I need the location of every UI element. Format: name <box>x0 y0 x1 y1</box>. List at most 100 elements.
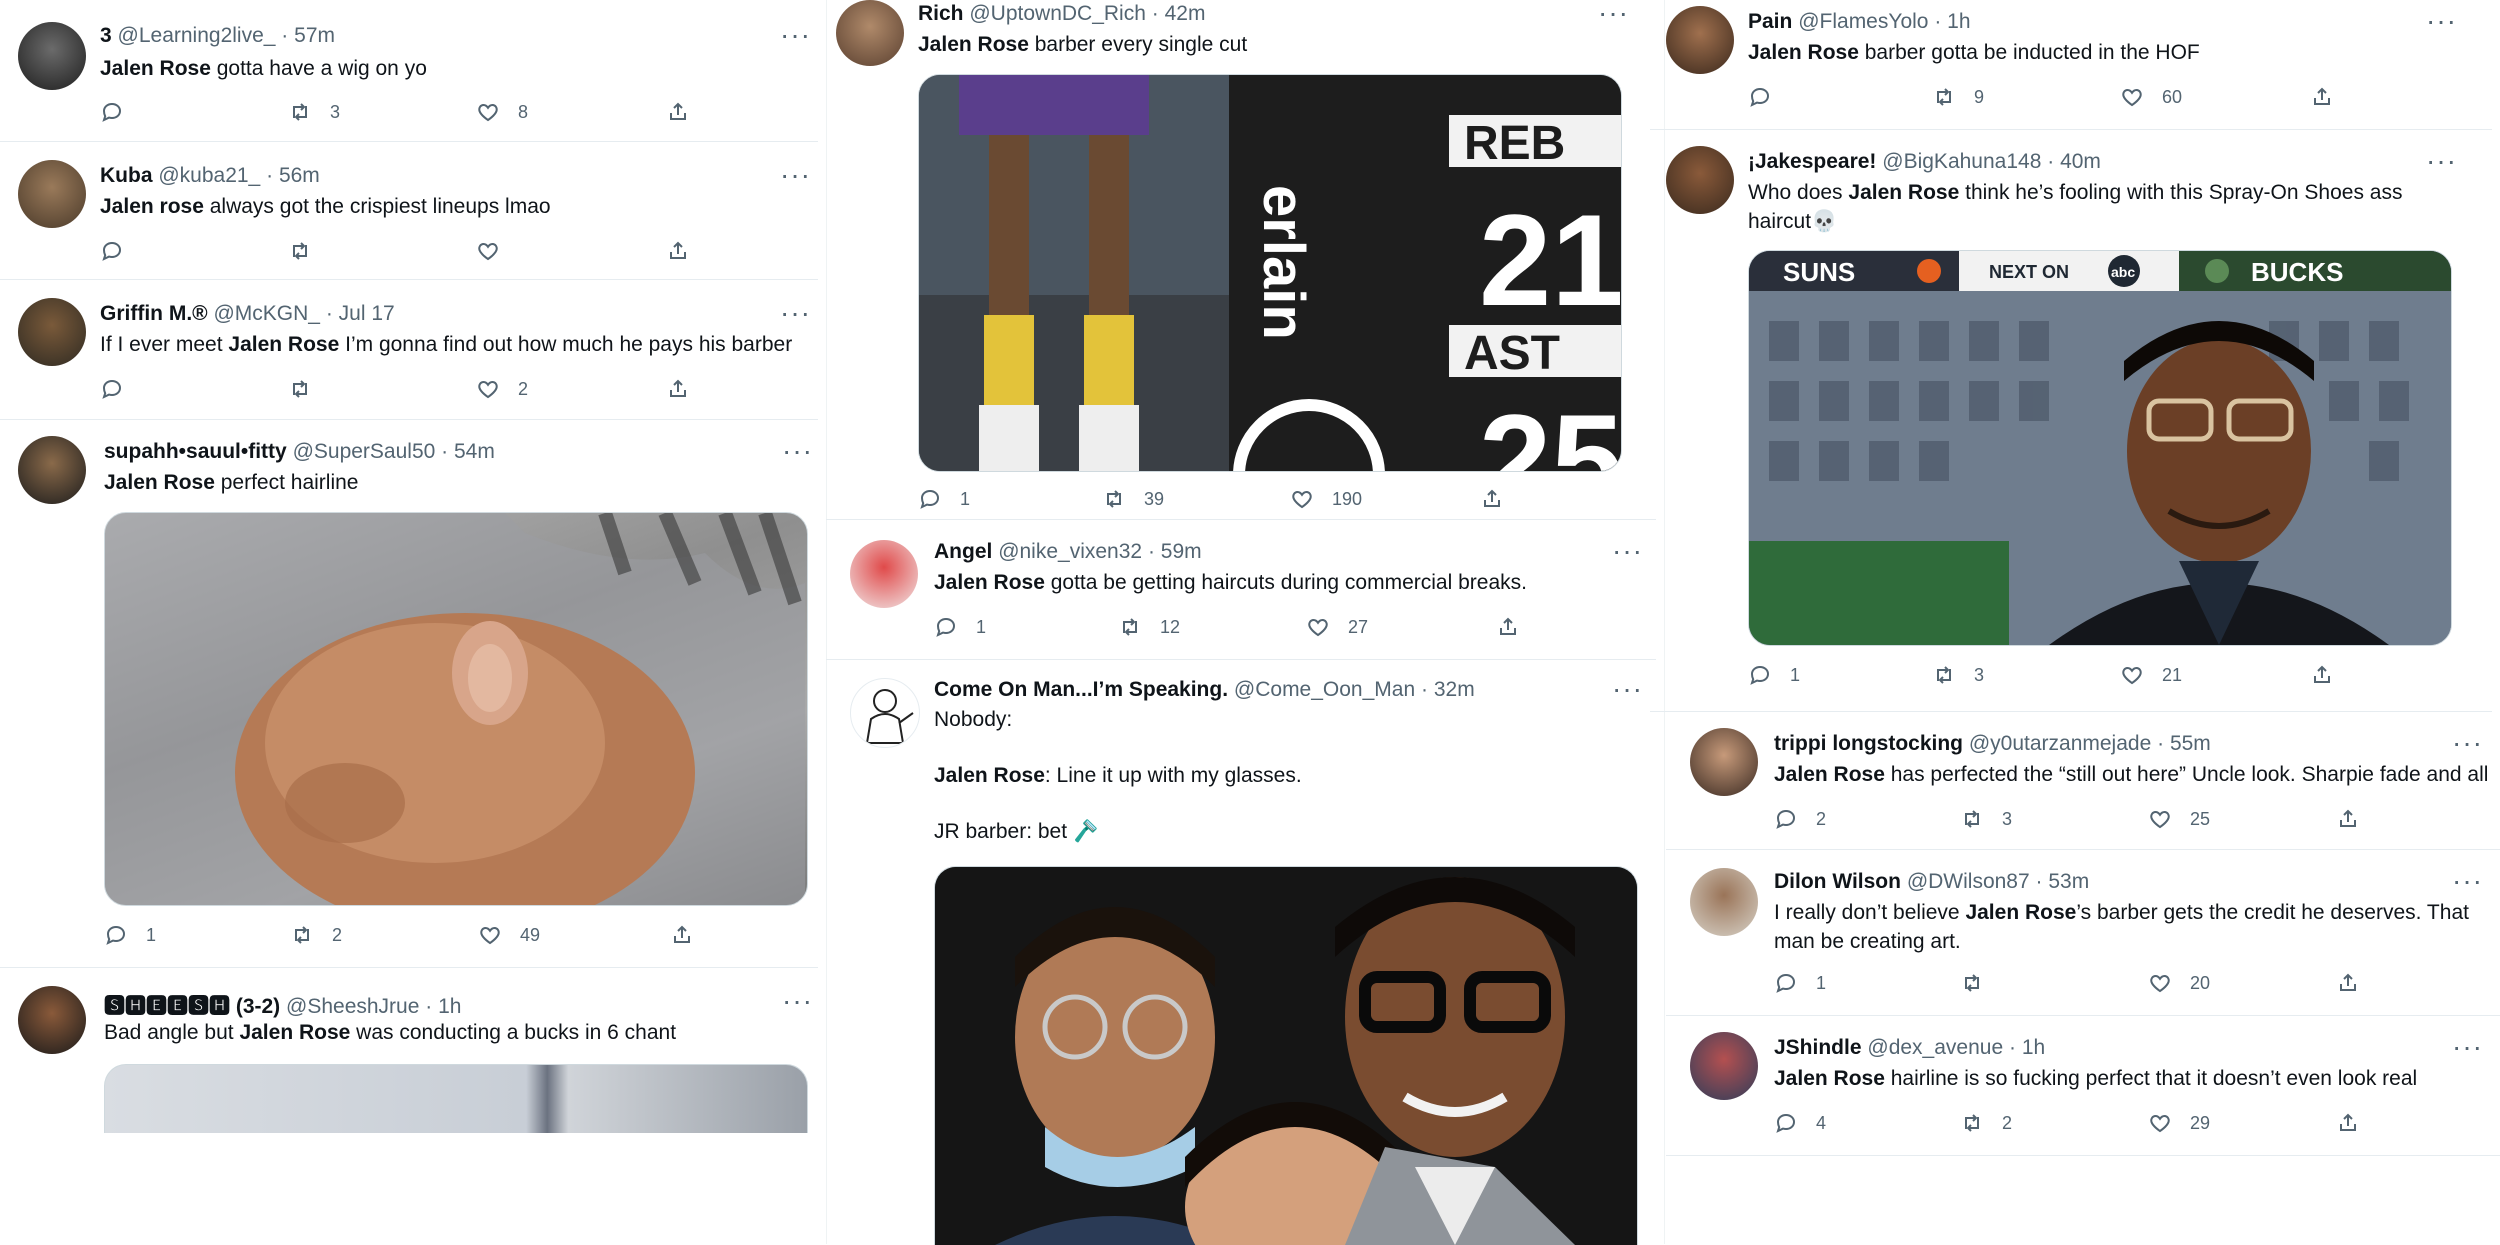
tweet-time[interactable]: 57m <box>294 24 335 47</box>
author-name[interactable]: 🆂🅷🅴🅴🆂🅷 (3-2) <box>104 995 280 1018</box>
avatar[interactable] <box>1690 868 1758 936</box>
tweet-time[interactable]: 55m <box>2170 732 2211 755</box>
author-handle[interactable]: @kuba21_ <box>158 164 260 187</box>
tweet-time[interactable]: 42m <box>1165 2 1206 25</box>
author-handle[interactable]: @BigKahuna148 <box>1882 150 2041 173</box>
author-name[interactable]: Rich <box>918 2 964 25</box>
author-name[interactable]: JShindle <box>1774 1036 1862 1059</box>
tweet-time[interactable]: 53m <box>2048 870 2089 893</box>
tweet-card[interactable]: Kuba @kuba21_ · 56m ··· Jalen rose alway… <box>0 142 818 280</box>
reply-button[interactable]: 1 <box>104 920 156 950</box>
more-icon[interactable]: ··· <box>780 21 811 49</box>
like-button[interactable] <box>476 236 500 266</box>
retweet-button[interactable] <box>1960 968 1984 998</box>
like-button[interactable]: 190 <box>1290 484 1362 514</box>
like-button[interactable]: 2 <box>476 374 528 404</box>
tweet-media-selfie[interactable] <box>934 866 1638 1245</box>
author-handle[interactable]: @nike_vixen32 <box>998 540 1142 563</box>
more-icon[interactable]: ··· <box>780 299 811 327</box>
tweet-time[interactable]: 59m <box>1161 540 1202 563</box>
tweet-time[interactable]: 54m <box>454 440 495 463</box>
more-icon[interactable]: ··· <box>2426 7 2457 35</box>
tweet-card[interactable]: JShindle @dex_avenue · 1h ··· Jalen Rose… <box>1666 1016 2500 1156</box>
share-button[interactable] <box>1480 484 1504 514</box>
author-handle[interactable]: @McKGN_ <box>213 302 320 325</box>
retweet-button[interactable]: 3 <box>1960 804 2012 834</box>
reply-button[interactable]: 4 <box>1774 1108 1826 1138</box>
avatar[interactable] <box>18 298 86 366</box>
more-icon[interactable]: ··· <box>1612 675 1643 703</box>
author-handle[interactable]: @y0utarzanmejade <box>1969 732 2151 755</box>
share-button[interactable] <box>2336 804 2360 834</box>
tweet-time[interactable]: 40m <box>2060 150 2101 173</box>
avatar[interactable] <box>1666 6 1734 74</box>
retweet-button[interactable]: 12 <box>1118 612 1180 642</box>
more-icon[interactable]: ··· <box>2426 147 2457 175</box>
more-icon[interactable]: ··· <box>782 437 813 465</box>
retweet-button[interactable] <box>288 374 312 404</box>
tweet-card[interactable]: 3 @Learning2live_ · 57m ··· Jalen Rose g… <box>0 0 818 142</box>
tweet-card[interactable]: Pain @FlamesYolo · 1h ··· Jalen Rose bar… <box>1650 0 2492 130</box>
tweet-time[interactable]: Jul 17 <box>339 302 395 325</box>
tweet-time[interactable]: 32m <box>1434 678 1475 701</box>
author-handle[interactable]: @DWilson87 <box>1907 870 2030 893</box>
tweet-time[interactable]: 1h <box>2022 1036 2045 1059</box>
more-icon[interactable]: ··· <box>782 987 813 1015</box>
tweet-card[interactable]: Griffin M.® @McKGN_ · Jul 17 ··· If I ev… <box>0 280 818 420</box>
retweet-button[interactable]: 2 <box>290 920 342 950</box>
share-button[interactable] <box>2336 968 2360 998</box>
avatar[interactable] <box>18 986 86 1054</box>
tweet-card[interactable]: Rich @UptownDC_Rich · 42m ··· Jalen Rose… <box>826 0 1656 520</box>
author-name[interactable]: Come On Man...I’m Speaking. <box>934 678 1228 701</box>
author-handle[interactable]: @SuperSaul50 <box>293 440 436 463</box>
author-handle[interactable]: @Learning2live_ <box>118 24 276 47</box>
reply-button[interactable] <box>100 374 124 404</box>
tweet-card[interactable]: ¡Jakespeare! @BigKahuna148 · 40m ··· Who… <box>1650 130 2492 712</box>
author-name[interactable]: Pain <box>1748 10 1792 33</box>
author-handle[interactable]: @Come_Oon_Man <box>1234 678 1415 701</box>
author-name[interactable]: Angel <box>934 540 992 563</box>
reply-button[interactable] <box>100 236 124 266</box>
like-button[interactable]: 29 <box>2148 1108 2210 1138</box>
share-button[interactable] <box>666 374 690 404</box>
author-name[interactable]: trippi longstocking <box>1774 732 1963 755</box>
retweet-button[interactable]: 39 <box>1102 484 1164 514</box>
author-name[interactable]: supahh•sauul•fitty <box>104 440 287 463</box>
like-button[interactable]: 21 <box>2120 660 2182 690</box>
avatar[interactable] <box>836 0 904 66</box>
tweet-card[interactable]: trippi longstocking @y0utarzanmejade · 5… <box>1666 712 2500 850</box>
tweet-time[interactable]: 1h <box>438 995 461 1018</box>
like-button[interactable]: 49 <box>478 920 540 950</box>
reply-button[interactable]: 1 <box>934 612 986 642</box>
reply-button[interactable]: 1 <box>918 484 970 514</box>
share-button[interactable] <box>670 920 694 950</box>
share-button[interactable] <box>1496 612 1520 642</box>
tweet-media-hamster[interactable] <box>104 512 808 906</box>
tweet-card[interactable]: Angel @nike_vixen32 · 59m ··· Jalen Rose… <box>826 520 1656 660</box>
avatar[interactable] <box>18 160 86 228</box>
reply-button[interactable]: 2 <box>1774 804 1826 834</box>
retweet-button[interactable]: 3 <box>1932 660 1984 690</box>
like-button[interactable]: 27 <box>1306 612 1368 642</box>
share-button[interactable] <box>2310 82 2334 112</box>
share-button[interactable] <box>666 97 690 127</box>
avatar[interactable] <box>18 22 86 90</box>
tweet-media-basketball[interactable]: erlain REB 21 AST 25 <box>918 74 1622 472</box>
avatar[interactable] <box>1690 728 1758 796</box>
reply-button[interactable]: 1 <box>1748 660 1800 690</box>
author-name[interactable]: Dilon Wilson <box>1774 870 1901 893</box>
author-name[interactable]: ¡Jakespeare! <box>1748 150 1876 173</box>
more-icon[interactable]: ··· <box>2452 867 2483 895</box>
like-button[interactable]: 20 <box>2148 968 2210 998</box>
retweet-button[interactable]: 3 <box>288 97 340 127</box>
author-handle[interactable]: @dex_avenue <box>1867 1036 2003 1059</box>
tweet-time[interactable]: 1h <box>1947 10 1970 33</box>
tweet-card[interactable]: Come On Man...I’m Speaking. @Come_Oon_Ma… <box>826 660 1656 1245</box>
more-icon[interactable]: ··· <box>1598 0 1629 27</box>
avatar[interactable] <box>1666 146 1734 214</box>
tweet-card[interactable]: 🆂🅷🅴🅴🆂🅷 (3-2) @SheeshJrue · 1h ··· Bad an… <box>0 968 818 1244</box>
tweet-card[interactable]: Dilon Wilson @DWilson87 · 53m ··· I real… <box>1666 850 2500 1016</box>
reply-button[interactable]: 1 <box>1774 968 1826 998</box>
more-icon[interactable]: ··· <box>2452 1033 2483 1061</box>
share-button[interactable] <box>666 236 690 266</box>
